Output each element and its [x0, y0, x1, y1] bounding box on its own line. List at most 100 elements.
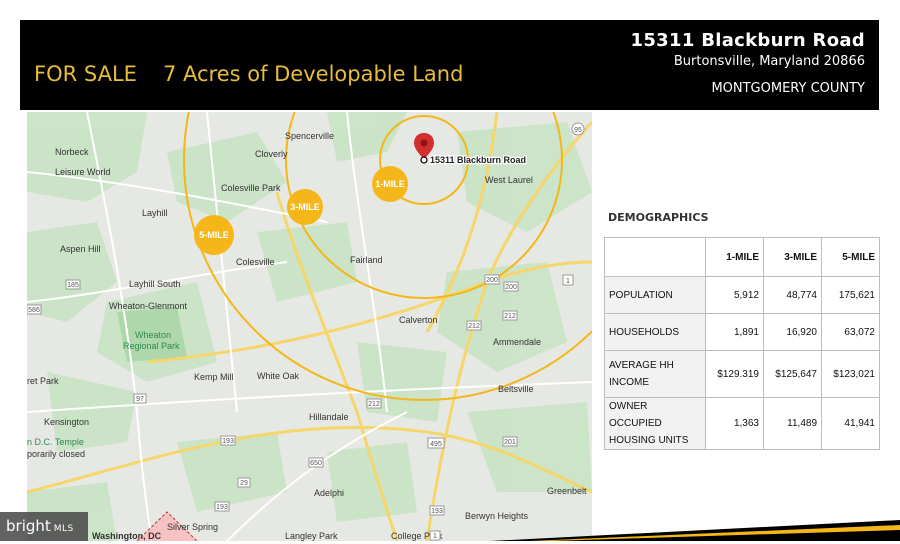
- svg-text:29: 29: [240, 480, 248, 487]
- place-label: Spencerville: [285, 131, 334, 141]
- place-label: Colesville: [236, 257, 275, 267]
- park-label: Regional Park: [123, 341, 180, 351]
- logo-suffix: MLS: [53, 524, 74, 534]
- road-shield: 212: [366, 398, 382, 409]
- road-shield: 586: [27, 304, 42, 315]
- place-label: Greenbelt: [547, 486, 587, 496]
- road-shield: 1: [562, 274, 574, 286]
- svg-text:1-MILE: 1-MILE: [375, 179, 405, 189]
- place-label: Hillandale: [309, 412, 349, 422]
- svg-text:97: 97: [136, 396, 144, 403]
- place-label: West Laurel: [485, 175, 533, 185]
- for-sale-label: FOR SALE: [34, 62, 137, 86]
- city-line: Burtonsville, Maryland 20866: [673, 54, 865, 69]
- svg-text:95: 95: [574, 127, 582, 134]
- place-label: Colesville Park: [221, 183, 281, 193]
- cell-value: 1,363: [705, 397, 764, 450]
- svg-text:212: 212: [368, 401, 380, 408]
- road-shield: 193: [220, 435, 236, 446]
- table-row: AVERAGE HH INCOME $129.319 $125,647 $123…: [604, 350, 880, 398]
- column-header: 5-MILE: [821, 237, 880, 277]
- place-label: ret Park: [27, 376, 59, 386]
- place-label: Kensington: [44, 417, 89, 427]
- demographics-table: 1-MILE 3-MILE 5-MILE POPULATION 5,912 48…: [604, 237, 880, 450]
- park-label: Wheaton: [135, 330, 171, 340]
- cell-value: 5,912: [705, 276, 764, 314]
- svg-text:212: 212: [468, 323, 480, 330]
- road-shield: 212: [502, 310, 518, 321]
- svg-text:3-MILE: 3-MILE: [290, 202, 320, 212]
- road-shield: 201: [502, 436, 518, 447]
- svg-text:1: 1: [566, 278, 570, 285]
- place-label: Layhill South: [129, 279, 181, 289]
- svg-text:586: 586: [28, 307, 40, 314]
- place-label: Kemp Mill: [194, 372, 234, 382]
- county-label: MONTGOMERY COUNTY: [711, 81, 865, 96]
- sale-headline: FOR SALE 7 Acres of Developable Land: [34, 62, 463, 86]
- road-shield: 200: [484, 274, 500, 285]
- place-label: Washington, DC: [92, 531, 162, 541]
- column-header: 1-MILE: [705, 237, 764, 277]
- place-label: Beltsville: [498, 384, 534, 394]
- road-shield: 212: [466, 320, 482, 331]
- header-banner: FOR SALE 7 Acres of Developable Land 1531…: [20, 20, 879, 110]
- road-shield: 95: [571, 122, 585, 136]
- logo-brand: bright: [6, 517, 51, 535]
- place-label: Langley Park: [285, 531, 338, 541]
- table-row: POPULATION 5,912 48,774 175,621: [604, 276, 880, 314]
- row-label: HOUSEHOLDS: [604, 313, 706, 351]
- cell-value: 16,920: [763, 313, 822, 351]
- map-canvas: Norbeck Leisure World Spencerville Clove…: [27, 112, 592, 541]
- cell-value: 63,072: [821, 313, 880, 351]
- place-label: Fairland: [350, 255, 383, 265]
- svg-text:200: 200: [486, 277, 498, 284]
- row-label: OWNER OCCUPIED HOUSING UNITS: [604, 397, 706, 450]
- area-map[interactable]: Norbeck Leisure World Spencerville Clove…: [27, 112, 592, 541]
- place-label: Norbeck: [55, 147, 89, 157]
- road-shield: 200: [503, 281, 519, 292]
- svg-text:1: 1: [433, 533, 437, 540]
- bright-mls-logo: bright MLS: [0, 512, 88, 541]
- table-row: HOUSEHOLDS 1,891 16,920 63,072: [604, 313, 880, 351]
- ring-badge-5-mile: 5-MILE: [194, 215, 234, 255]
- ring-badge-3-mile: 3-MILE: [287, 189, 323, 225]
- column-header: 3-MILE: [763, 237, 822, 277]
- road-shield: 1: [429, 530, 441, 541]
- svg-text:495: 495: [430, 441, 442, 448]
- cell-value: 41,941: [821, 397, 880, 450]
- place-label: Leisure World: [55, 167, 110, 177]
- road-shield: 650: [308, 457, 324, 468]
- svg-text:201: 201: [504, 439, 516, 446]
- svg-text:5-MILE: 5-MILE: [199, 230, 229, 240]
- pin-label: 15311 Blackburn Road: [430, 155, 526, 165]
- row-label: POPULATION: [604, 276, 706, 314]
- svg-text:193: 193: [222, 438, 234, 445]
- table-row: OWNER OCCUPIED HOUSING UNITS 1,363 11,48…: [604, 397, 880, 450]
- road-shield: 495: [427, 437, 445, 449]
- place-label: Cloverly: [255, 149, 288, 159]
- place-label: n D.C. Temple: [27, 437, 84, 447]
- decorative-stripe: [490, 516, 900, 541]
- cell-value: 1,891: [705, 313, 764, 351]
- svg-text:650: 650: [310, 460, 322, 467]
- svg-text:200: 200: [505, 284, 517, 291]
- place-label: Layhill: [142, 208, 168, 218]
- cell-value: $123,021: [821, 350, 880, 398]
- svg-text:193: 193: [216, 504, 228, 511]
- road-shield: 193: [429, 505, 445, 516]
- place-label: porarily closed: [27, 449, 85, 459]
- street-address: 15311 Blackburn Road: [630, 30, 865, 51]
- header-blank-cell: [604, 237, 706, 277]
- road-shield: 185: [65, 279, 81, 290]
- place-label: Aspen Hill: [60, 244, 101, 254]
- cell-value: 11,489: [763, 397, 822, 450]
- svg-text:212: 212: [504, 313, 516, 320]
- cell-value: $129.319: [705, 350, 764, 398]
- address-block: 15311 Blackburn Road Burtonsville, Maryl…: [631, 30, 865, 96]
- demographics-title: DEMOGRAPHICS: [608, 211, 709, 224]
- place-label: White Oak: [257, 371, 300, 381]
- row-label: AVERAGE HH INCOME: [604, 350, 706, 398]
- road-shield: 193: [214, 501, 230, 512]
- svg-text:193: 193: [431, 508, 443, 515]
- property-marker-icon: [420, 156, 428, 164]
